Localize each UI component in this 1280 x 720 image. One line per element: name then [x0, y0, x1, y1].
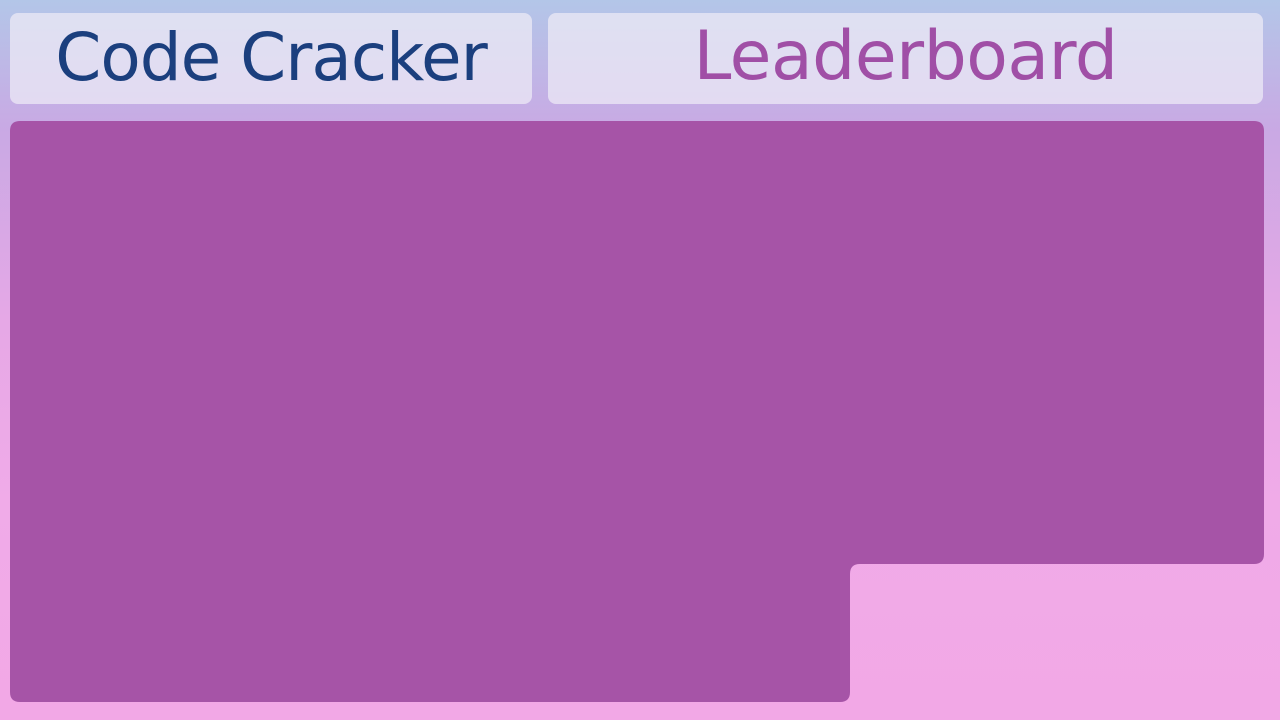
- game-board[interactable]: [10, 121, 1264, 702]
- leaderboard-panel[interactable]: Leaderboard: [548, 13, 1263, 104]
- game-board-surface[interactable]: [10, 121, 1264, 702]
- game-screen: { "header": { "title": "Code Cracker", "…: [0, 0, 1280, 720]
- title-panel: Code Cracker: [10, 13, 532, 104]
- game-title: Code Cracker: [55, 18, 488, 96]
- game-board-shape: [10, 121, 1264, 702]
- leaderboard-heading: Leaderboard: [693, 16, 1118, 96]
